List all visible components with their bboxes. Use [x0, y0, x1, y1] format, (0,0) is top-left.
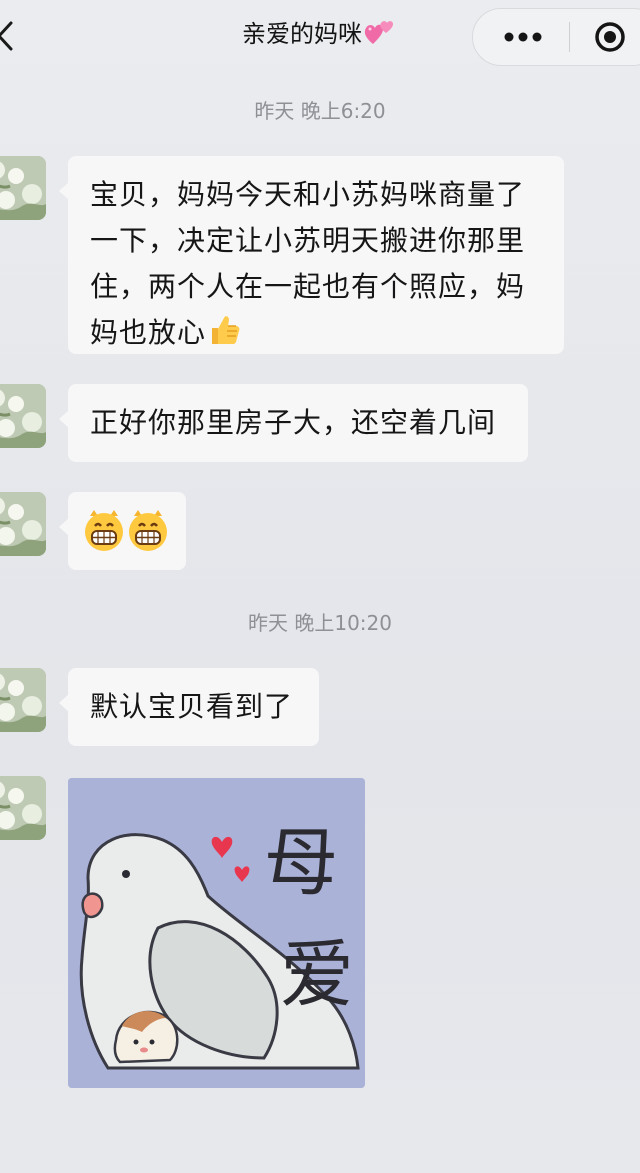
message-bubble[interactable]: 宝贝，妈妈今天和小苏妈咪商量了一下，决定让小苏明天搬进你那里住，两个人在一起也有…: [59, 156, 564, 354]
message-bubble[interactable]: 正好你那里房子大，还空着几间: [59, 384, 528, 462]
pigeon-hugging-chick-sticker-image: 母 爱: [68, 778, 365, 1088]
avatar[interactable]: [0, 384, 46, 448]
chat-header: 亲爱的妈咪: [0, 0, 640, 74]
capsule-divider: [569, 22, 570, 52]
timestamp: 昨天 晚上6:20: [254, 99, 386, 123]
avatar[interactable]: [0, 492, 46, 556]
avatar[interactable]: [0, 668, 46, 732]
pigeon-sticker[interactable]: 母 爱: [68, 778, 365, 1088]
message-text: 正好你那里房子大，还空着几间: [90, 406, 497, 439]
message-bubble[interactable]: [59, 492, 186, 570]
record-circle-icon[interactable]: [593, 20, 627, 54]
mini-program-capsule: [472, 8, 640, 66]
more-dots-icon[interactable]: [501, 27, 545, 47]
message-text: 宝贝，妈妈今天和小苏妈咪商量了一下，决定让小苏明天搬进你那里住，两个人在一起也有…: [90, 178, 526, 349]
message-bubble[interactable]: 默认宝贝看到了: [59, 668, 319, 746]
timestamp: 昨天 晚上10:20: [248, 611, 392, 635]
two-hearts-emoji-icon: [364, 21, 393, 44]
sticker-text-mu: 母: [264, 820, 338, 906]
sticker-text-ai: 爱: [280, 932, 354, 1018]
message-text: 默认宝贝看到了: [90, 690, 294, 723]
chat-title: 亲爱的妈咪: [242, 20, 362, 48]
grinning-face-emoji-icon: [85, 510, 167, 551]
thumbs-up-emoji-icon: [212, 316, 240, 344]
avatar[interactable]: [0, 776, 46, 840]
avatar[interactable]: [0, 156, 46, 220]
